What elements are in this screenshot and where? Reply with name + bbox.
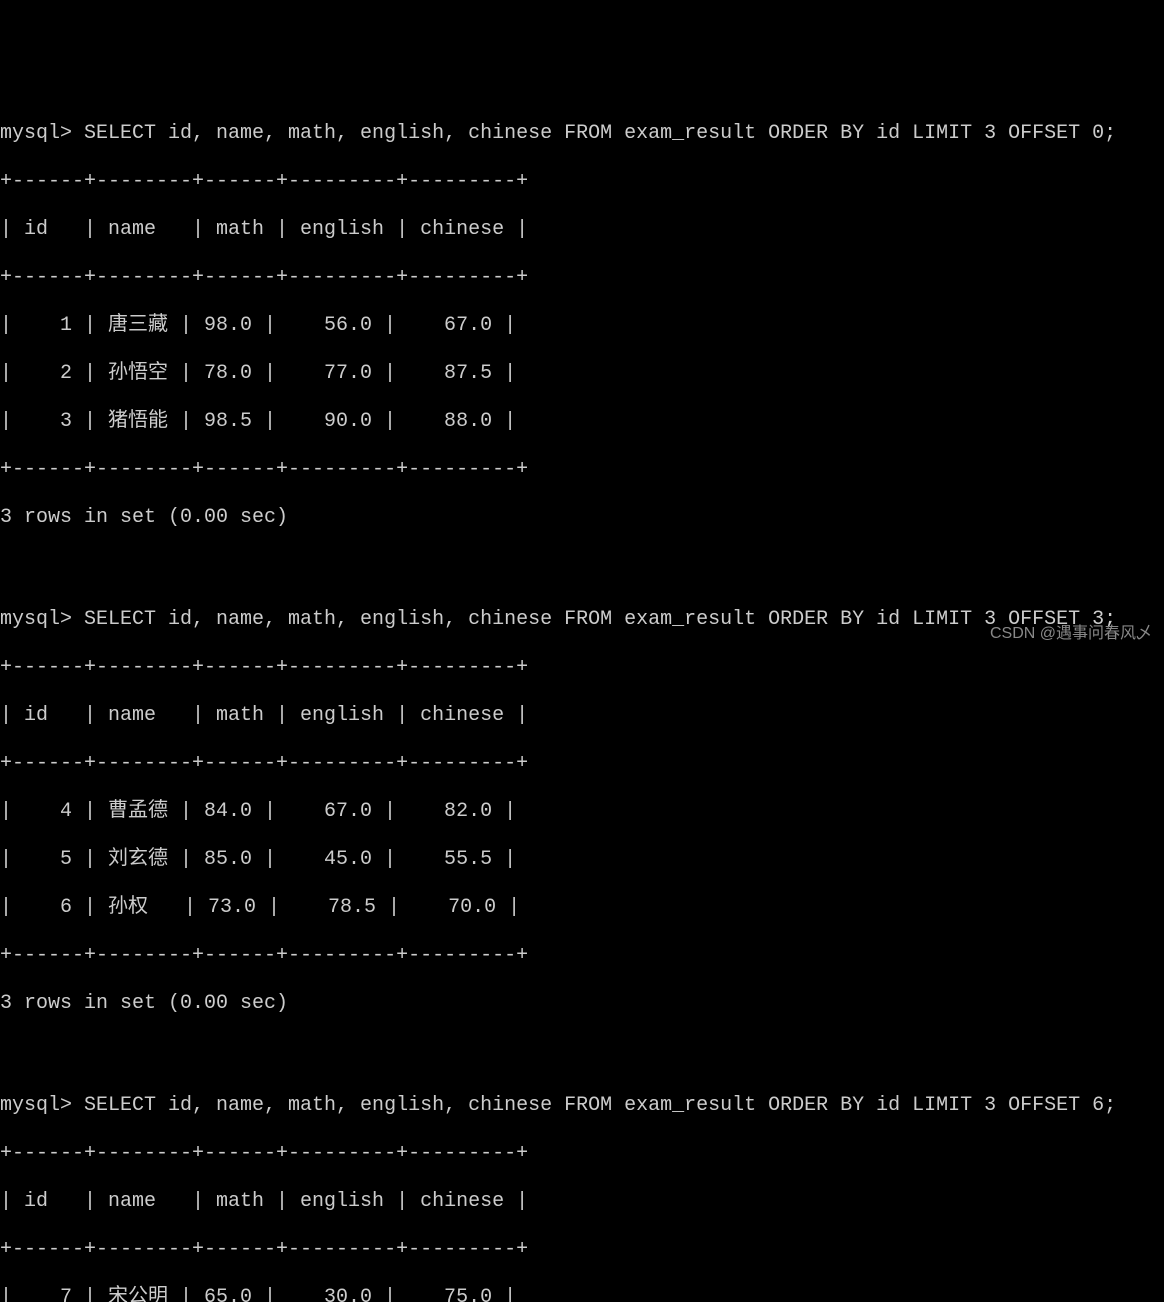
sql-prompt-1[interactable]: mysql> SELECT id, name, math, english, c… [0,122,1164,146]
table-border-top: +------+--------+------+---------+------… [0,170,1164,194]
status-line: 3 rows in set (0.00 sec) [0,992,1164,1016]
table-border-top: +------+--------+------+---------+------… [0,656,1164,680]
table-header: | id | name | math | english | chinese | [0,704,1164,728]
table-row: | 3 | 猪悟能 | 98.5 | 90.0 | 88.0 | [0,410,1164,434]
table-border-mid: +------+--------+------+---------+------… [0,1238,1164,1262]
query-block-1: mysql> SELECT id, name, math, english, c… [0,98,1164,558]
status-line: 3 rows in set (0.00 sec) [0,506,1164,530]
table-header: | id | name | math | english | chinese | [0,1190,1164,1214]
table-border-mid: +------+--------+------+---------+------… [0,752,1164,776]
table-row: | 1 | 唐三藏 | 98.0 | 56.0 | 67.0 | [0,314,1164,338]
watermark: CSDN @遇事问春风乄 [990,624,1152,643]
query-block-3: mysql> SELECT id, name, math, english, c… [0,1070,1164,1302]
table-row: | 4 | 曹孟德 | 84.0 | 67.0 | 82.0 | [0,800,1164,824]
table-header: | id | name | math | english | chinese | [0,218,1164,242]
table-row: | 5 | 刘玄德 | 85.0 | 45.0 | 55.5 | [0,848,1164,872]
table-row: | 7 | 宋公明 | 65.0 | 30.0 | 75.0 | [0,1286,1164,1302]
table-border-mid: +------+--------+------+---------+------… [0,266,1164,290]
table-border-bottom: +------+--------+------+---------+------… [0,944,1164,968]
table-row: | 2 | 孙悟空 | 78.0 | 77.0 | 87.5 | [0,362,1164,386]
table-row: | 6 | 孙权 | 73.0 | 78.5 | 70.0 | [0,896,1164,920]
query-block-2: mysql> SELECT id, name, math, english, c… [0,584,1164,1044]
table-border-bottom: +------+--------+------+---------+------… [0,458,1164,482]
table-border-top: +------+--------+------+---------+------… [0,1142,1164,1166]
sql-prompt-3[interactable]: mysql> SELECT id, name, math, english, c… [0,1094,1164,1118]
